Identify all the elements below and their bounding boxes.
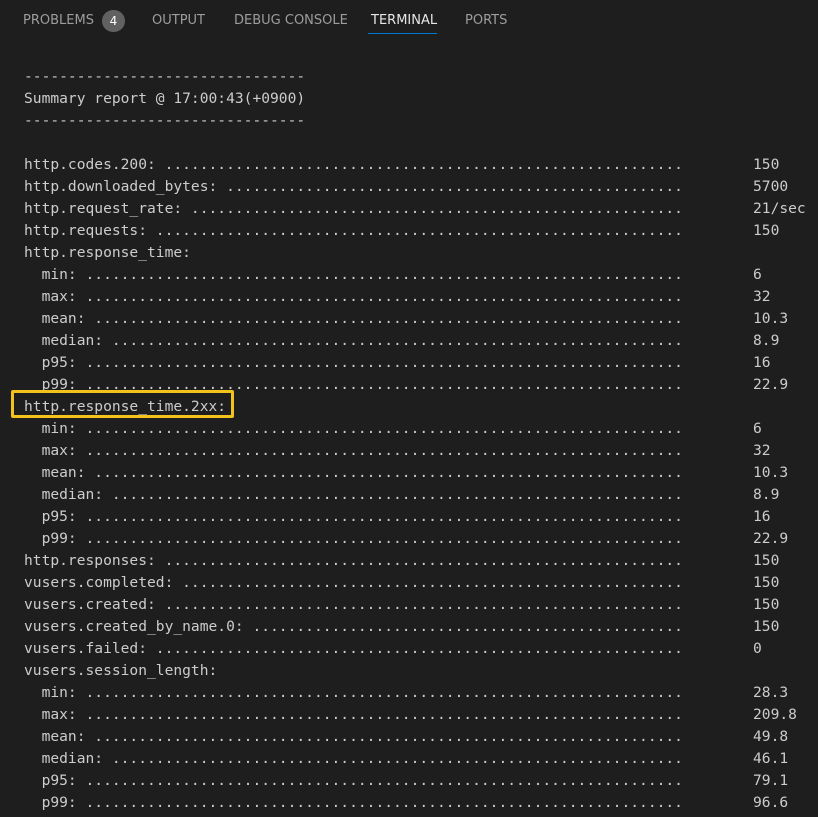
metric-value: 150	[753, 574, 780, 591]
metric-label: vusers.session_length:	[24, 662, 218, 679]
metric-label: http.downloaded_bytes: .................…	[24, 178, 692, 195]
metric-value: 49.8	[753, 728, 789, 745]
problems-count-badge: 4	[102, 10, 125, 32]
metric-label: http.request_rate: .....................…	[24, 200, 692, 217]
metric-value: 8.9	[753, 332, 780, 349]
metric-label: p99: ...................................…	[24, 530, 692, 547]
metric-row: vusers.session_length:	[24, 660, 217, 682]
metric-value: 21/sec	[753, 200, 806, 217]
metric-value: 8.9	[753, 486, 780, 503]
metric-value: 16	[753, 508, 771, 525]
metric-label: http.response_time.2xx:	[24, 398, 227, 415]
metric-value: 5700	[753, 178, 789, 195]
metric-value: 150	[753, 156, 780, 173]
metric-value: 10.3	[753, 464, 789, 481]
metric-value: 22.9	[753, 376, 789, 393]
metric-row: median: ................................…	[24, 330, 780, 352]
metric-label: max: ...................................…	[24, 706, 692, 723]
metric-label: p95: ...................................…	[24, 354, 692, 371]
metric-label: http.requests: .........................…	[24, 222, 692, 239]
metric-row: median: ................................…	[24, 484, 780, 506]
report-title: Summary report @ 17:00:43(+0900)	[24, 90, 306, 107]
metric-row: max: ...................................…	[24, 704, 797, 726]
metric-value: 150	[753, 552, 780, 569]
metric-row: p99: ...................................…	[24, 528, 789, 550]
metric-label: http.codes.200: ........................…	[24, 156, 692, 173]
metric-value: 150	[753, 596, 780, 613]
panel-tab-bar: PROBLEMS 4 OUTPUT DEBUG CONSOLE TERMINAL…	[0, 0, 818, 40]
metric-label: vusers.created: ........................…	[24, 596, 692, 613]
metric-row: median: ................................…	[24, 748, 789, 770]
metric-label: mean: ..................................…	[24, 464, 692, 481]
metric-label: max: ...................................…	[24, 288, 692, 305]
metric-row: vusers.completed: ......................…	[24, 572, 779, 594]
metric-label: median: ................................…	[24, 332, 692, 349]
tab-problems[interactable]: PROBLEMS	[23, 13, 94, 28]
metric-row: http.response_time.2xx:	[24, 396, 226, 418]
metric-value: 46.1	[753, 750, 789, 767]
metric-label: min: ...................................…	[24, 684, 692, 701]
metric-label: vusers.completed: ......................…	[24, 574, 692, 591]
metric-label: p95: ...................................…	[24, 772, 692, 789]
metric-row: p99: ...................................…	[24, 792, 789, 814]
metric-row: mean: ..................................…	[24, 462, 789, 484]
metric-row: vusers.created: ........................…	[24, 594, 779, 616]
metric-value: 0	[753, 640, 762, 657]
metric-value: 16	[753, 354, 771, 371]
metric-row: vusers.created_by_name.0: ..............…	[24, 616, 779, 638]
metric-row: p95: ...................................…	[24, 352, 771, 374]
metric-row: p95: ...................................…	[24, 770, 789, 792]
metric-value: 6	[753, 420, 762, 437]
active-tab-indicator	[368, 33, 437, 34]
metric-label: mean: ..................................…	[24, 310, 692, 327]
tab-ports[interactable]: PORTS	[465, 13, 507, 28]
tab-terminal[interactable]: TERMINAL	[371, 13, 437, 28]
metric-label: vusers.failed: .........................…	[24, 640, 692, 657]
metric-label: min: ...................................…	[24, 266, 692, 283]
metric-row: max: ...................................…	[24, 286, 771, 308]
metric-row: http.downloaded_bytes: .................…	[24, 176, 788, 198]
metric-label: http.response_time:	[24, 244, 191, 261]
metric-row: max: ...................................…	[24, 440, 771, 462]
metric-label: vusers.created_by_name.0: ..............…	[24, 618, 692, 635]
metric-label: mean: ..................................…	[24, 728, 692, 745]
metric-label: max: ...................................…	[24, 442, 692, 459]
metric-value: 32	[753, 288, 771, 305]
metric-value: 10.3	[753, 310, 789, 327]
metric-row: mean: ..................................…	[24, 308, 789, 330]
metric-row: http.request_rate: .....................…	[24, 198, 806, 220]
metric-row: http.requests: .........................…	[24, 220, 779, 242]
metric-value: 209.8	[753, 706, 797, 723]
metric-label: p95: ...................................…	[24, 508, 692, 525]
metric-row: http.response_time:	[24, 242, 191, 264]
metric-row: vusers.failed: .........................…	[24, 638, 762, 660]
metric-row: http.codes.200: ........................…	[24, 154, 779, 176]
metric-value: 79.1	[753, 772, 789, 789]
metric-row: http.responses: ........................…	[24, 550, 779, 572]
metric-label: median: ................................…	[24, 486, 692, 503]
metric-value: 28.3	[753, 684, 789, 701]
metric-label: min: ...................................…	[24, 420, 692, 437]
metric-label: median: ................................…	[24, 750, 692, 767]
metric-row: mean: ..................................…	[24, 726, 789, 748]
metric-label: http.responses: ........................…	[24, 552, 692, 569]
tab-output[interactable]: OUTPUT	[152, 13, 205, 28]
metric-row: min: ...................................…	[24, 264, 762, 286]
separator-line: --------------------------------	[24, 68, 306, 85]
separator-line: --------------------------------	[24, 112, 306, 129]
metric-value: 150	[753, 618, 780, 635]
metric-label: p99: ...................................…	[24, 794, 692, 811]
metric-value: 96.6	[753, 794, 789, 811]
metric-row: p95: ...................................…	[24, 506, 771, 528]
tab-debug-console[interactable]: DEBUG CONSOLE	[234, 13, 348, 28]
metric-value: 150	[753, 222, 780, 239]
terminal-panel: PROBLEMS 4 OUTPUT DEBUG CONSOLE TERMINAL…	[0, 0, 818, 817]
metric-row: p99: ...................................…	[24, 374, 789, 396]
metric-value: 6	[753, 266, 762, 283]
metric-row: min: ...................................…	[24, 418, 762, 440]
metric-row: min: ...................................…	[24, 682, 789, 704]
metric-value: 22.9	[753, 530, 789, 547]
metric-value: 32	[753, 442, 771, 459]
metric-label: p99: ...................................…	[24, 376, 692, 393]
